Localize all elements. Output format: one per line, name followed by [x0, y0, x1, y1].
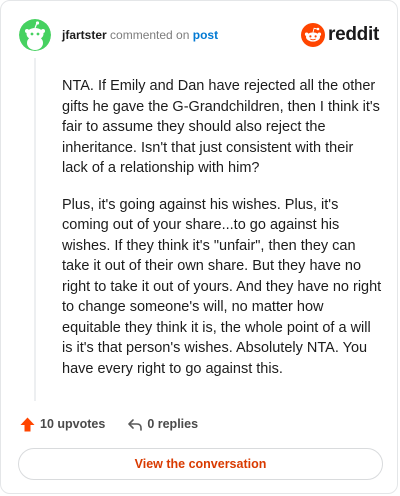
upvote-arrow-icon: [19, 416, 36, 433]
reply-arrow-icon: [126, 416, 143, 433]
view-conversation-button[interactable]: View the conversation: [18, 448, 383, 480]
upvotes-count: 10 upvotes: [40, 417, 106, 431]
upvotes-stat[interactable]: 10 upvotes: [19, 416, 105, 433]
comment-paragraph: Plus, it's going against his wishes. Plu…: [62, 196, 382, 377]
replies-stat[interactable]: 0 replies: [126, 416, 198, 433]
replies-count: 0 replies: [147, 417, 199, 431]
comment-paragraph: NTA. If Emily and Dan have rejected all …: [62, 78, 380, 176]
snoo-avatar-icon: [19, 19, 51, 51]
comment-body: NTA. If Emily and Dan have rejected all …: [62, 76, 382, 395]
post-link[interactable]: post: [193, 28, 218, 42]
thread-line: [34, 58, 36, 401]
avatar[interactable]: [19, 19, 51, 51]
comment-embed-card: jfartster commented on post reddit NTA. …: [0, 0, 398, 494]
reddit-logo[interactable]: reddit: [301, 21, 379, 49]
comment-header: jfartster commented on post reddit: [19, 19, 379, 51]
action-text: commented on: [110, 28, 190, 42]
reddit-wordmark: reddit: [328, 24, 379, 45]
comment-meta: jfartster commented on post: [62, 27, 218, 43]
reddit-snoo-icon: [301, 23, 326, 47]
username-link[interactable]: jfartster: [62, 28, 107, 42]
comment-footer: 10 upvotes 0 replies: [19, 414, 219, 434]
